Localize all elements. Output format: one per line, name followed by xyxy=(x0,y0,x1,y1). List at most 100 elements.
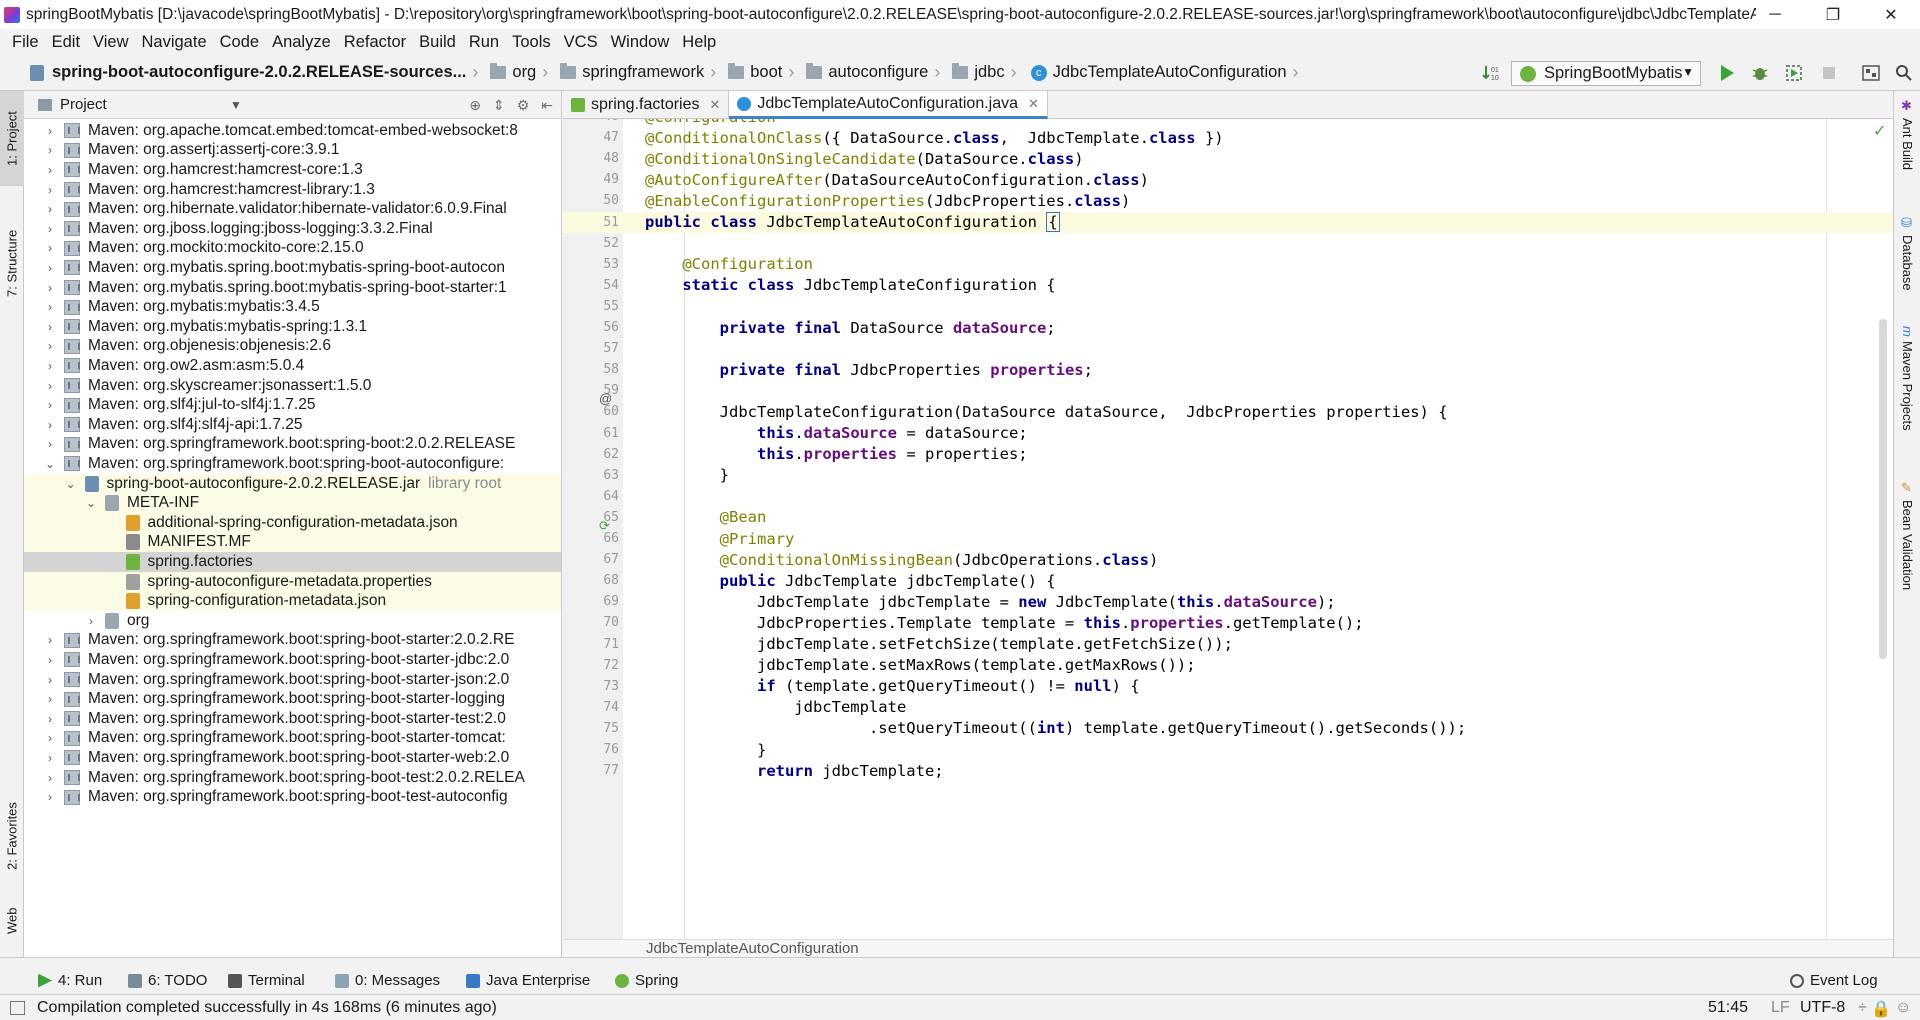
chevron-right-icon[interactable]: › xyxy=(42,673,58,687)
tree-item[interactable]: › Maven: org.springframework.boot:spring-… xyxy=(24,689,561,709)
run-icon[interactable] xyxy=(1718,64,1736,82)
code-line[interactable]: 49 @AutoConfigureAfter(DataSourceAutoConf… xyxy=(563,169,1893,190)
tree-item[interactable]: › Maven: org.springframework.boot:spring-… xyxy=(24,650,561,670)
hide-panel-icon[interactable]: ⇤ xyxy=(541,97,553,114)
chevron-right-icon[interactable]: › xyxy=(42,241,58,255)
menu-edit[interactable]: Edit xyxy=(46,33,87,52)
chevron-right-icon[interactable]: › xyxy=(42,418,58,432)
code-line[interactable]: 66 @Primary xyxy=(563,528,1893,549)
stop-icon[interactable] xyxy=(1820,64,1838,82)
tab-bean-validation[interactable]: ✎ Bean Validation xyxy=(1894,481,1920,631)
chevron-right-icon[interactable]: › xyxy=(42,339,58,353)
menu-code[interactable]: Code xyxy=(214,33,266,52)
chevron-down-icon[interactable]: ▼ xyxy=(230,98,242,112)
search-icon[interactable] xyxy=(1895,64,1913,82)
menu-window[interactable]: Window xyxy=(605,33,677,52)
tree-item[interactable]: › Maven: org.hamcrest:hamcrest-core:1.3 xyxy=(24,160,561,180)
tree-item[interactable]: › Maven: org.assertj:assertj-core:3.9.1 xyxy=(24,141,561,161)
menu-analyze[interactable]: Analyze xyxy=(266,33,338,52)
menu-help[interactable]: Help xyxy=(676,33,723,52)
editor-scrollbar[interactable] xyxy=(1879,319,1887,659)
code-line[interactable]: 76 } xyxy=(563,739,1893,760)
tree-item[interactable]: ⌄ META-INF xyxy=(24,493,561,513)
maximize-button[interactable]: ❐ xyxy=(1804,0,1862,29)
menu-vcs[interactable]: VCS xyxy=(558,33,605,52)
close-button[interactable]: ✕ xyxy=(1862,0,1920,29)
event-log-button[interactable]: Event Log xyxy=(1790,972,1878,989)
tree-item[interactable]: › Maven: org.springframework.boot:spring-… xyxy=(24,729,561,749)
tab-structure[interactable]: 7: Structure xyxy=(0,211,24,316)
menu-file[interactable]: File xyxy=(6,33,46,52)
code-line[interactable]: 62 this.properties = properties; xyxy=(563,444,1893,465)
chevron-right-icon[interactable]: › xyxy=(42,202,58,216)
code-line[interactable]: 56 private final DataSource dataSource; xyxy=(563,317,1893,338)
menu-navigate[interactable]: Navigate xyxy=(136,33,214,52)
code-line[interactable]: 57 xyxy=(563,338,1893,359)
close-tab-icon[interactable]: ✕ xyxy=(710,97,721,113)
tree-item[interactable]: › Maven: org.ow2.asm:asm:5.0.4 xyxy=(24,356,561,376)
code-line[interactable]: 58 private final JdbcProperties properti… xyxy=(563,359,1893,380)
chevron-down-icon[interactable]: ⌄ xyxy=(42,457,58,471)
code-line[interactable]: 55 xyxy=(563,296,1893,317)
line-separator[interactable]: LF xyxy=(1771,999,1790,1017)
implemented-by-icon[interactable]: @ xyxy=(599,391,612,406)
project-structure-icon[interactable] xyxy=(1862,64,1880,82)
todo-tool-button[interactable]: 6: TODO xyxy=(128,972,207,989)
chevron-right-icon[interactable]: › xyxy=(42,281,58,295)
tree-item[interactable]: › Maven: org.mockito:mockito-core:2.15.0 xyxy=(24,239,561,259)
menu-view[interactable]: View xyxy=(87,33,135,52)
menu-run[interactable]: Run xyxy=(463,33,506,52)
tree-item[interactable]: › Maven: org.hamcrest:hamcrest-library:1.… xyxy=(24,180,561,200)
tree-item[interactable]: › Maven: org.mybatis:mybatis-spring:1.3.1 xyxy=(24,317,561,337)
code-line[interactable]: 46 @Configuration xyxy=(563,119,1893,127)
tab-web[interactable]: Web xyxy=(0,896,24,946)
chevron-right-icon[interactable]: › xyxy=(42,692,58,706)
tab-favorites[interactable]: 2: Favorites xyxy=(0,781,24,891)
tree-item[interactable]: additional-spring-configuration-metadata… xyxy=(24,513,561,533)
chevron-down-icon[interactable]: ⌄ xyxy=(63,477,79,491)
chevron-right-icon[interactable]: › xyxy=(42,712,58,726)
tree-item[interactable]: spring-configuration-metadata.json xyxy=(24,591,561,611)
tree-item[interactable]: › Maven: org.jboss.logging:jboss-logging:… xyxy=(24,219,561,239)
locate-icon[interactable]: ⊕ xyxy=(469,97,481,114)
breadcrumb-folder-org[interactable]: org › xyxy=(482,62,548,83)
code-line[interactable]: 61 this.dataSource = dataSource; xyxy=(563,423,1893,444)
code-line[interactable]: 69 JdbcTemplate jdbcTemplate = new JdbcT… xyxy=(563,591,1893,612)
editor-tab[interactable]: spring.factories ✕ xyxy=(563,91,730,119)
code-line[interactable]: 72 jdbcTemplate.setMaxRows(template.getM… xyxy=(563,655,1893,676)
tree-item[interactable]: › Maven: org.springframework.boot:spring-… xyxy=(24,670,561,690)
tree-item[interactable]: › Maven: org.springframework.boot:spring-… xyxy=(24,787,561,807)
tree-item[interactable]: ⌄ spring-boot-autoconfigure-2.0.2.RELEASE… xyxy=(24,473,561,494)
tree-item[interactable]: › Maven: org.objenesis:objenesis:2.6 xyxy=(24,337,561,357)
code-line[interactable]: 68 public JdbcTemplate jdbcTemplate() { xyxy=(563,570,1893,591)
tree-item[interactable]: ⌄ Maven: org.springframework.boot:spring-… xyxy=(24,454,561,474)
tree-item[interactable]: › Maven: org.springframework.boot:spring-… xyxy=(24,768,561,788)
chevron-right-icon[interactable]: › xyxy=(42,124,58,138)
messages-tool-button[interactable]: 0: Messages xyxy=(335,972,440,989)
tree-item[interactable]: › Maven: org.springframework.boot:spring-… xyxy=(24,748,561,768)
breadcrumb-folder-boot[interactable]: boot › xyxy=(720,62,794,83)
tree-item[interactable]: › Maven: org.springframework.boot:spring-… xyxy=(24,435,561,455)
tree-item[interactable]: › Maven: org.mybatis.spring.boot:mybatis-… xyxy=(24,278,561,298)
tree-item[interactable]: › Maven: org.slf4j:slf4j-api:1.7.25 xyxy=(24,415,561,435)
code-line[interactable]: 64 xyxy=(563,486,1893,507)
chevron-right-icon[interactable]: › xyxy=(42,359,58,373)
sort-icon[interactable]: 0110 xyxy=(1482,64,1500,82)
file-encoding[interactable]: UTF-8 xyxy=(1800,999,1845,1017)
code-line[interactable]: 48 @ConditionalOnSingleCandidate(DataSour… xyxy=(563,148,1893,169)
tab-ant-build[interactable]: ✱ Ant Build xyxy=(1894,99,1920,194)
chevron-right-icon[interactable]: › xyxy=(42,653,58,667)
settings-gear-icon[interactable]: ⚙ xyxy=(517,97,530,114)
tree-item[interactable]: › Maven: org.skyscreamer:jsonassert:1.5.0 xyxy=(24,376,561,396)
collapse-all-icon[interactable]: ⇕ xyxy=(493,97,505,114)
editor-tab[interactable]: JdbcTemplateAutoConfiguration.java ✕ xyxy=(729,91,1048,119)
tab-project[interactable]: 1: Project xyxy=(0,91,24,186)
code-line[interactable]: 47 @ConditionalOnClass({ DataSource.class… xyxy=(563,127,1893,148)
chevron-right-icon[interactable]: › xyxy=(42,790,58,804)
tree-item[interactable]: › Maven: org.slf4j:jul-to-slf4j:1.7.25 xyxy=(24,395,561,415)
code-editor[interactable]: 46 @Configuration 47 @ConditionalOnClass({ … xyxy=(563,119,1893,939)
tree-item[interactable]: MANIFEST.MF xyxy=(24,532,561,553)
terminal-tool-button[interactable]: Terminal xyxy=(228,972,305,989)
breadcrumb-folder-autoconfigure[interactable]: autoconfigure › xyxy=(798,62,940,83)
chevron-right-icon[interactable]: › xyxy=(42,300,58,314)
